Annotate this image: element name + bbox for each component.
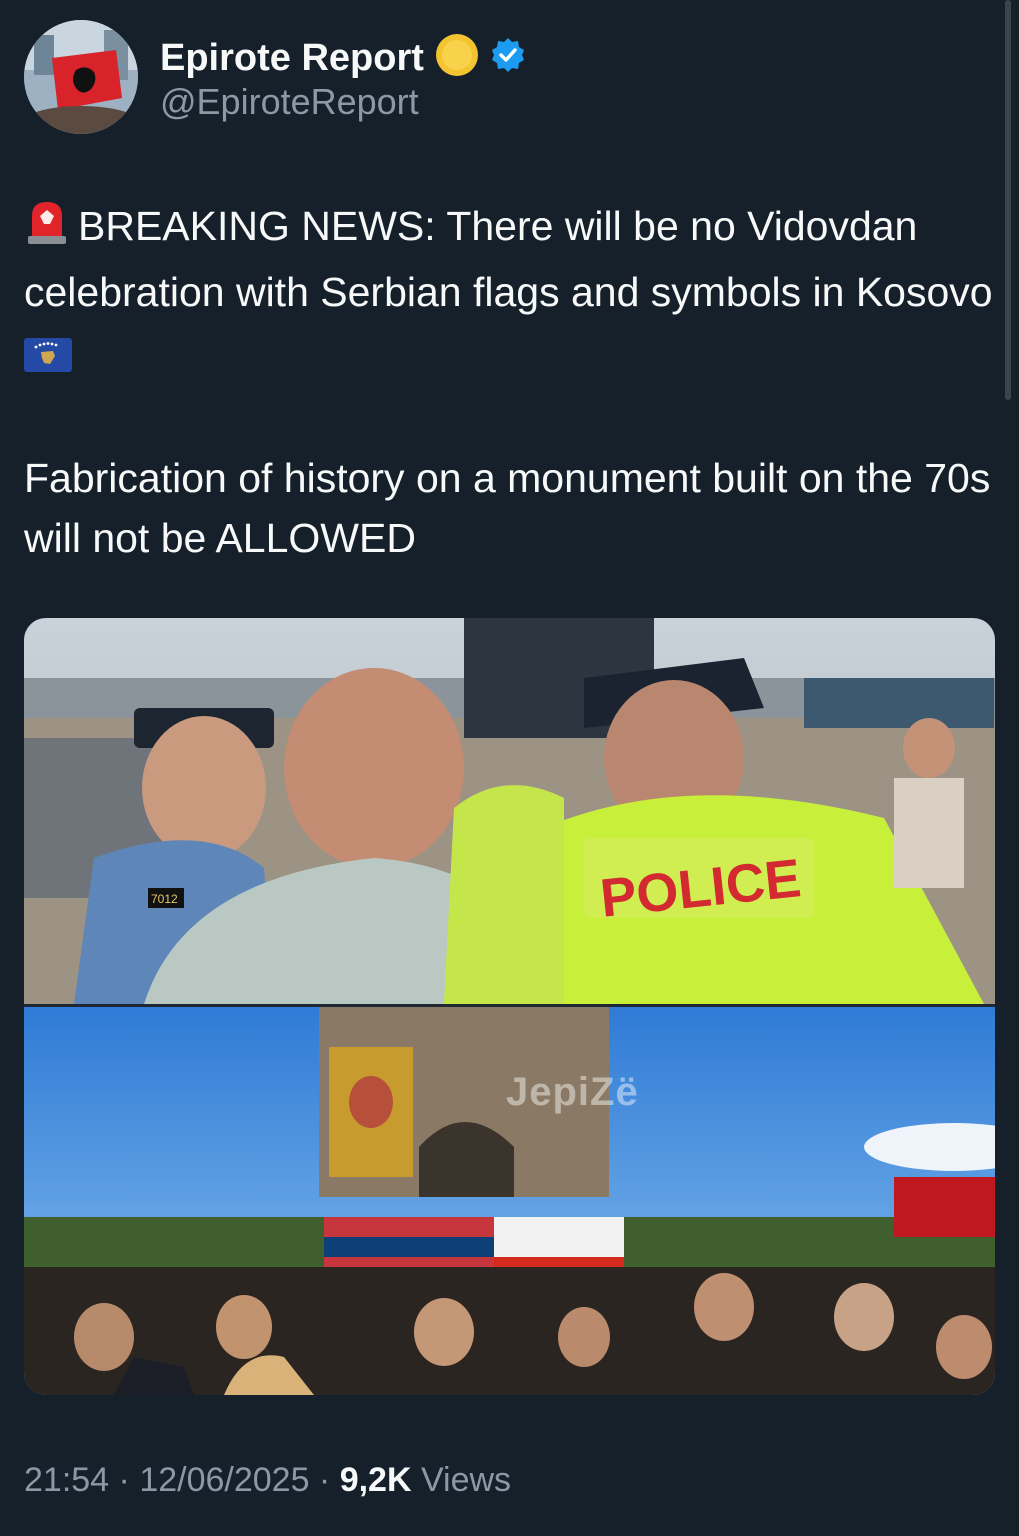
tweet-meta: 21:54 · 12/06/2025 · 9,2K Views — [24, 1456, 511, 1504]
tweet-header: Epirote Report @EpiroteReport — [24, 20, 984, 136]
meta-separator-2: · — [309, 1461, 340, 1499]
tweet-text: BREAKING NEWS: There will be no Vidovdan… — [24, 196, 999, 568]
tweet-paragraph-1: BREAKING NEWS: There will be no Vidovdan… — [24, 196, 999, 388]
name-row: Epirote Report — [160, 32, 526, 83]
monument-crowd-photo[interactable] — [24, 1007, 995, 1395]
badge-number: 7012 — [151, 892, 178, 906]
scrollbar[interactable] — [1005, 0, 1011, 400]
views-label: Views — [411, 1461, 512, 1499]
watermark: JepiZë — [506, 1070, 639, 1114]
tweet-time[interactable]: 21:54 — [24, 1461, 109, 1499]
tweet-date[interactable]: 12/06/2025 — [139, 1461, 309, 1499]
avatar[interactable] — [24, 20, 138, 134]
views-count[interactable]: 9,2K — [340, 1461, 412, 1499]
tweet-paragraph-2: Fabrication of history on a monument bui… — [24, 455, 991, 561]
display-name[interactable]: Epirote Report — [160, 36, 424, 80]
meta-separator: · — [109, 1461, 140, 1499]
kosovo-flag-icon — [24, 328, 72, 388]
police-photo[interactable]: POLICE 7012 — [24, 618, 995, 1004]
sun-emoji-icon — [434, 32, 480, 83]
tweet-line-1: BREAKING NEWS: There will be no Vidovdan… — [24, 203, 993, 315]
verified-badge-icon[interactable] — [490, 37, 526, 78]
police-light-icon — [24, 196, 70, 262]
user-handle[interactable]: @EpiroteReport — [160, 80, 419, 124]
media-grid[interactable]: POLICE 7012 JepiZë — [24, 618, 995, 1395]
